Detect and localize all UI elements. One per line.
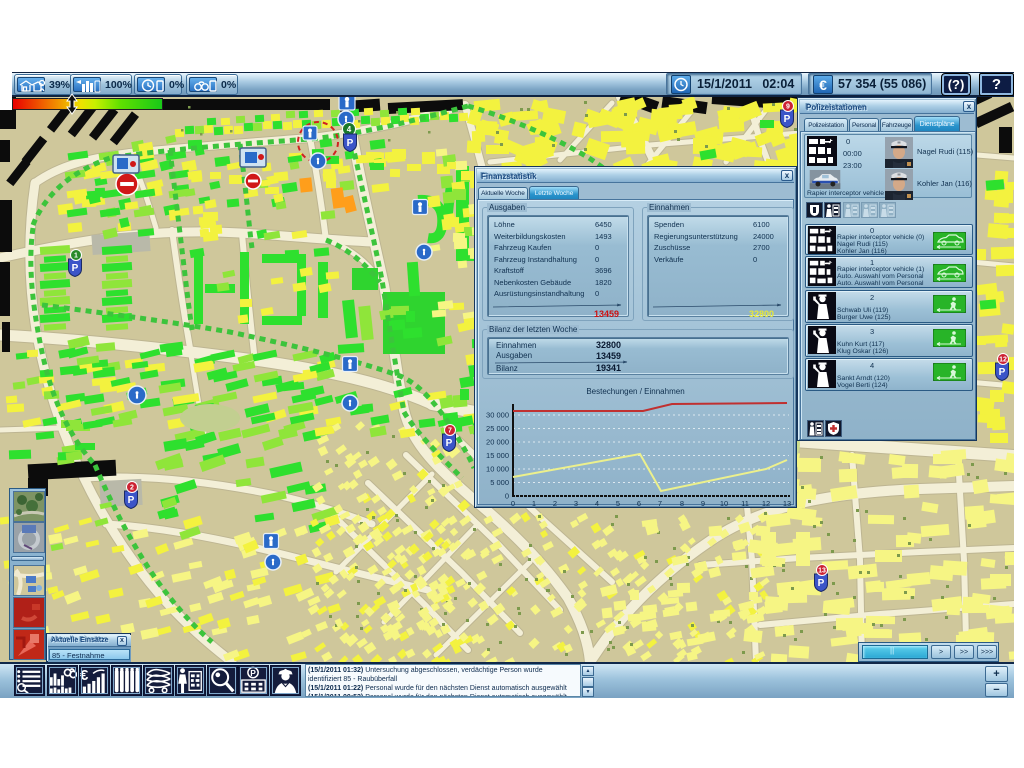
svg-text:9: 9: [701, 499, 705, 508]
svg-text:0: 0: [505, 492, 509, 501]
svg-text:3: 3: [574, 499, 578, 508]
svg-text:5: 5: [616, 499, 620, 508]
svg-text:4: 4: [347, 125, 352, 134]
svg-text:P: P: [128, 495, 135, 506]
svg-text:11: 11: [741, 499, 749, 508]
svg-text:8: 8: [680, 499, 684, 508]
svg-text:13: 13: [818, 567, 826, 574]
svg-text:25 000: 25 000: [486, 424, 509, 433]
svg-text:9: 9: [786, 103, 790, 110]
svg-text:10: 10: [720, 499, 728, 508]
svg-text:P: P: [818, 578, 825, 589]
svg-text:12: 12: [762, 499, 770, 508]
svg-text:7: 7: [658, 499, 662, 508]
svg-text:12: 12: [999, 356, 1007, 363]
svg-text:1: 1: [532, 499, 536, 508]
svg-text:2: 2: [553, 499, 557, 508]
svg-text:7: 7: [448, 427, 452, 434]
svg-text:20 000: 20 000: [486, 438, 509, 447]
svg-text:P: P: [999, 367, 1006, 378]
svg-text:€: €: [80, 667, 89, 684]
svg-text:P: P: [784, 114, 791, 125]
svg-text:1: 1: [74, 252, 78, 259]
svg-text:P: P: [72, 263, 79, 274]
svg-text:P: P: [250, 668, 256, 678]
svg-text:10 000: 10 000: [486, 465, 509, 474]
svg-text:6: 6: [637, 499, 641, 508]
svg-text:4: 4: [595, 499, 599, 508]
svg-text:13: 13: [783, 499, 791, 508]
svg-text:2: 2: [130, 484, 134, 491]
svg-text:15 000: 15 000: [486, 451, 509, 460]
svg-text:0: 0: [511, 499, 515, 508]
svg-text:5 000: 5 000: [490, 478, 509, 487]
svg-text:P: P: [347, 138, 354, 149]
svg-text:30 000: 30 000: [486, 411, 509, 420]
svg-text:P: P: [446, 438, 453, 449]
